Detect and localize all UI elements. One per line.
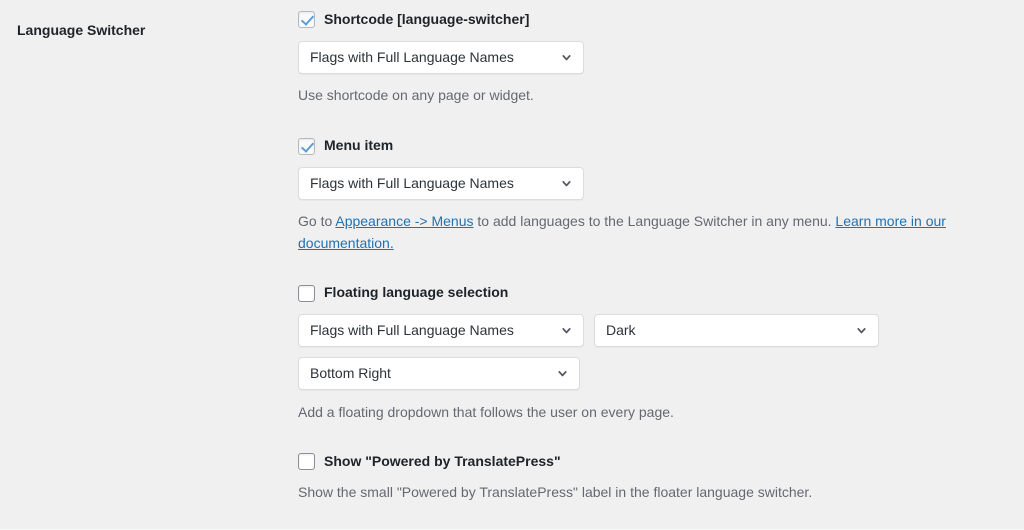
page-title: Language Switcher — [17, 22, 146, 38]
chevron-down-icon — [854, 315, 868, 346]
menu-item-description-text-1: Go to — [298, 212, 336, 229]
shortcode-checkbox[interactable] — [298, 11, 315, 29]
menu-item-type-select[interactable]: Flags with Full Language Names — [298, 166, 584, 200]
floating-type-select[interactable]: Flags with Full Language Names — [298, 313, 584, 347]
language-switcher-settings-row: Language Switcher Shortcode [language-sw… — [0, 0, 1024, 530]
floating-language-checkbox-label: Floating language selection — [324, 284, 509, 301]
floating-type-select-value: Flags with Full Language Names — [310, 322, 514, 339]
floating-language-checkbox-row[interactable]: Floating language selection — [298, 283, 1024, 303]
menu-item-checkbox-row[interactable]: Menu item — [298, 136, 1024, 156]
powered-by-checkbox[interactable] — [298, 452, 315, 470]
menu-item-description: Go to Appearance -> Menus to add languag… — [298, 211, 1014, 254]
menu-item-select-row: Flags with Full Language Names — [298, 166, 1024, 200]
floating-language-checkbox[interactable] — [298, 284, 315, 302]
menu-item-type-select-value: Flags with Full Language Names — [310, 175, 514, 192]
menu-item-description-text-2: to add languages to the Language Switche… — [473, 212, 836, 229]
chevron-down-icon — [559, 168, 573, 199]
shortcode-checkbox-label: Shortcode [language-switcher] — [324, 11, 530, 27]
powered-by-checkbox-row[interactable]: Show "Powered by TranslatePress" — [298, 452, 1024, 472]
floating-select-row-1: Flags with Full Language Names Dark — [298, 313, 1024, 347]
shortcode-checkbox-row[interactable]: Shortcode [language-switcher] — [298, 10, 1024, 30]
shortcode-type-select-value: Flags with Full Language Names — [310, 49, 514, 66]
floating-select-row-2: Bottom Right — [298, 356, 1024, 390]
menu-item-checkbox-label: Menu item — [324, 137, 394, 154]
shortcode-select-row: Flags with Full Language Names — [298, 40, 1024, 74]
chevron-down-icon — [559, 42, 573, 73]
chevron-down-icon — [559, 315, 573, 346]
floating-position-select-value: Bottom Right — [310, 365, 391, 382]
floating-theme-select[interactable]: Dark — [594, 313, 879, 347]
row-field-cell: Shortcode [language-switcher] Flags with… — [290, 0, 1024, 504]
chevron-down-icon — [555, 358, 569, 389]
powered-by-checkbox-label: Show "Powered by TranslatePress" — [324, 452, 561, 469]
floating-position-select[interactable]: Bottom Right — [298, 356, 580, 390]
floating-language-description: Add a floating dropdown that follows the… — [298, 403, 674, 420]
menu-item-checkbox[interactable] — [298, 137, 315, 155]
shortcode-type-select[interactable]: Flags with Full Language Names — [298, 40, 584, 74]
powered-by-description: Show the small "Powered by TranslatePres… — [298, 484, 813, 501]
floating-theme-select-value: Dark — [606, 322, 636, 339]
row-label-cell: Language Switcher — [0, 0, 290, 39]
appearance-menus-link[interactable]: Appearance -> Menus — [335, 213, 473, 229]
shortcode-description: Use shortcode on any page or widget. — [298, 86, 534, 103]
